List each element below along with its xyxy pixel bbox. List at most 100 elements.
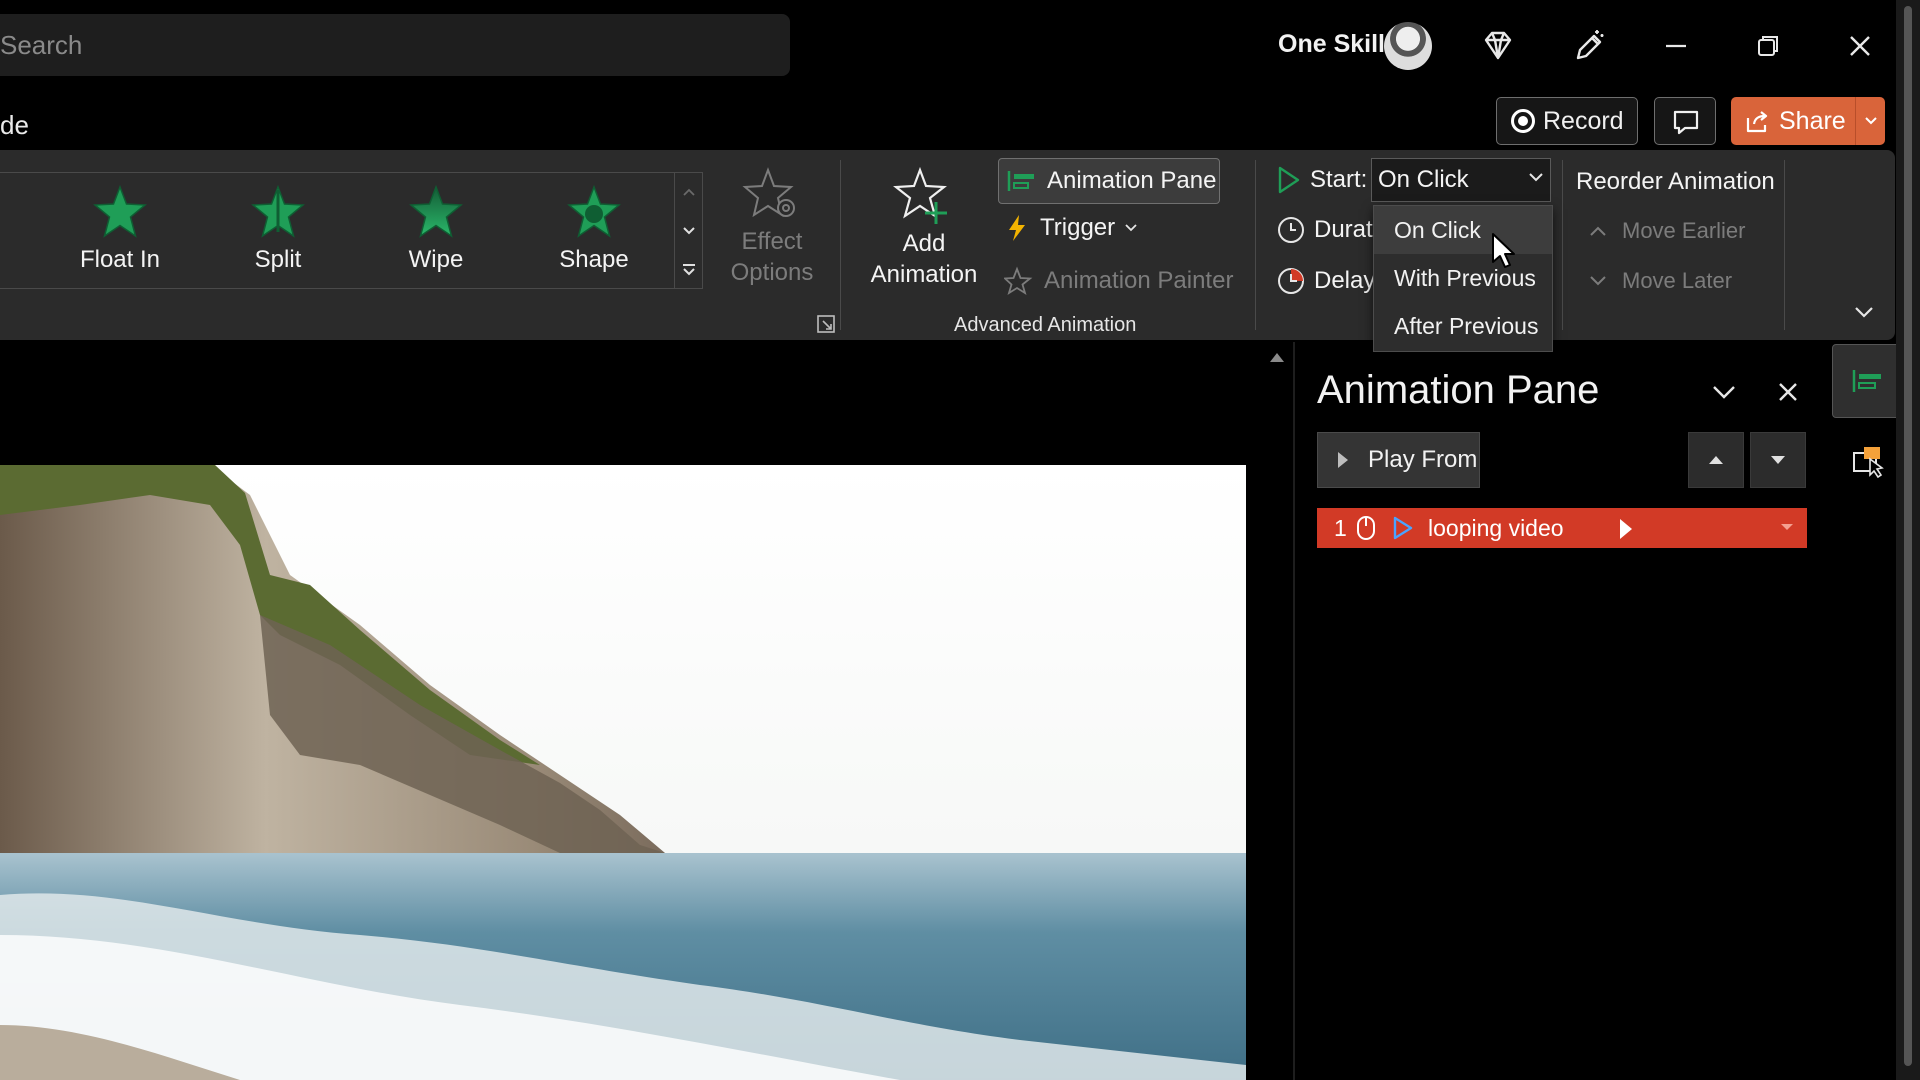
beach-scene-image xyxy=(0,465,1246,1080)
effect-options-button[interactable]: Effect Options xyxy=(712,166,832,288)
chevron-down-icon xyxy=(1864,117,1877,125)
animation-pane-icon xyxy=(1007,171,1034,191)
shape-star-icon xyxy=(567,184,621,238)
animation-pane-label: Animation Pane xyxy=(1047,167,1217,194)
gallery-more[interactable] xyxy=(675,250,703,289)
animation-order-number: 1 xyxy=(1334,514,1347,541)
record-icon xyxy=(1511,109,1535,133)
share-button[interactable]: Share xyxy=(1731,97,1885,145)
record-label: Record xyxy=(1543,106,1624,135)
move-later-label: Move Later xyxy=(1622,268,1733,293)
group-divider xyxy=(840,160,841,330)
duration-label: Durati xyxy=(1314,216,1379,243)
slide-video-thumbnail[interactable] xyxy=(0,465,1246,1080)
diamond-icon[interactable] xyxy=(1476,24,1520,68)
animation-pane-icon xyxy=(1852,370,1881,392)
move-down-button[interactable] xyxy=(1750,432,1806,488)
pane-options-chevron-icon[interactable] xyxy=(1710,378,1738,406)
animation-pane-button[interactable]: Animation Pane xyxy=(998,158,1220,204)
item-dropdown-icon[interactable] xyxy=(1779,521,1795,533)
duration-row: Durati xyxy=(1276,215,1378,245)
search-box[interactable]: Search xyxy=(0,14,790,76)
mouse-click-icon xyxy=(1357,516,1375,540)
reorder-animation-title: Reorder Animation xyxy=(1576,168,1775,195)
start-value: On Click xyxy=(1378,166,1469,193)
share-label: Share xyxy=(1779,106,1846,135)
animation-painter-icon xyxy=(1004,266,1033,296)
play-from-button[interactable]: Play From xyxy=(1317,432,1480,488)
chevron-down-icon xyxy=(1529,173,1543,182)
move-later-button[interactable]: Move Later xyxy=(1588,268,1732,294)
triangle-up-icon xyxy=(1709,456,1723,464)
start-select[interactable]: On Click xyxy=(1371,158,1551,202)
chevron-up-icon xyxy=(1590,226,1606,236)
animation-list-item[interactable]: 1 looping video xyxy=(1317,508,1807,548)
ribbon-expand-icon[interactable] xyxy=(1852,304,1876,320)
start-row: Start: xyxy=(1276,165,1367,195)
wipe-star-icon xyxy=(409,184,463,238)
effect-options-icon xyxy=(742,167,795,218)
animation-split[interactable]: Split xyxy=(218,184,338,284)
move-earlier-button[interactable]: Move Earlier xyxy=(1588,218,1745,244)
scroll-up-arrow-icon[interactable] xyxy=(1268,350,1286,364)
dialog-launcher-icon[interactable] xyxy=(816,314,836,334)
trigger-button[interactable]: Trigger xyxy=(1004,213,1137,243)
chevron-down-icon xyxy=(1590,276,1606,286)
record-button[interactable]: Record xyxy=(1496,97,1638,145)
designer-pen-icon[interactable] xyxy=(1566,24,1610,68)
advanced-animation-group-label: Advanced Animation xyxy=(954,314,1137,336)
window-edge-scrollbar[interactable] xyxy=(1896,0,1920,1080)
animation-wipe[interactable]: Wipe xyxy=(376,184,496,284)
animation-label: Float In xyxy=(79,246,161,273)
delay-clock-icon xyxy=(1278,268,1304,294)
selection-pane-toggle[interactable] xyxy=(1832,424,1904,498)
chevron-down-icon xyxy=(683,226,695,234)
media-play-icon xyxy=(1393,516,1413,540)
user-name[interactable]: One Skill xyxy=(1278,30,1385,59)
comments-button[interactable] xyxy=(1654,97,1716,145)
triangle-down-icon xyxy=(1771,456,1785,464)
animation-painter-label: Animation Painter xyxy=(1044,267,1234,294)
timing-bar-icon xyxy=(1620,519,1632,539)
menu-item-on-click[interactable]: On Click xyxy=(1374,206,1552,254)
delay-label: Delay: xyxy=(1314,267,1383,294)
restore-button[interactable] xyxy=(1748,26,1788,66)
star-icon xyxy=(93,184,147,238)
more-icon xyxy=(683,263,695,275)
animation-float-in[interactable]: Float In xyxy=(60,184,180,284)
animation-label: Shape xyxy=(559,246,629,273)
animation-shape[interactable]: Shape xyxy=(534,184,654,284)
menu-item-after-previous[interactable]: After Previous xyxy=(1374,302,1552,350)
effect-options-label-2: Options xyxy=(730,259,814,286)
effect-options-label-1: Effect xyxy=(741,228,803,255)
clock-icon xyxy=(1278,217,1304,243)
menu-item-with-previous[interactable]: With Previous xyxy=(1374,254,1552,302)
start-dropdown-menu: On Click With Previous After Previous xyxy=(1373,205,1553,352)
add-animation-label-1: Add xyxy=(902,230,946,257)
animation-pane-toggle[interactable] xyxy=(1832,344,1904,418)
selection-pane-icon xyxy=(1853,447,1884,479)
gallery-scroll xyxy=(674,172,703,289)
group-divider xyxy=(1562,160,1563,330)
share-icon xyxy=(1746,111,1768,133)
delay-row: Delay: xyxy=(1276,266,1382,296)
group-divider xyxy=(1255,160,1256,330)
add-animation-button[interactable]: Add Animation xyxy=(855,166,993,290)
gallery-scroll-down[interactable] xyxy=(675,211,703,250)
ribbon-tab-fragment[interactable]: de xyxy=(0,110,29,141)
play-icon xyxy=(1278,166,1300,194)
lightning-icon xyxy=(1009,215,1025,241)
minimize-button[interactable] xyxy=(1656,26,1696,66)
animation-painter-button[interactable]: Animation Painter xyxy=(1004,266,1233,296)
add-animation-icon xyxy=(893,166,947,224)
share-options-dropdown[interactable] xyxy=(1855,97,1885,145)
chevron-up-icon xyxy=(683,188,695,196)
animation-pane-title: Animation Pane xyxy=(1317,368,1600,412)
gallery-scroll-up[interactable] xyxy=(675,172,703,211)
move-up-button[interactable] xyxy=(1688,432,1744,488)
close-window-button[interactable] xyxy=(1840,26,1880,66)
start-label: Start: xyxy=(1310,166,1368,193)
avatar[interactable] xyxy=(1384,22,1432,70)
close-pane-icon[interactable] xyxy=(1774,378,1802,406)
trigger-label: Trigger xyxy=(1040,214,1116,241)
